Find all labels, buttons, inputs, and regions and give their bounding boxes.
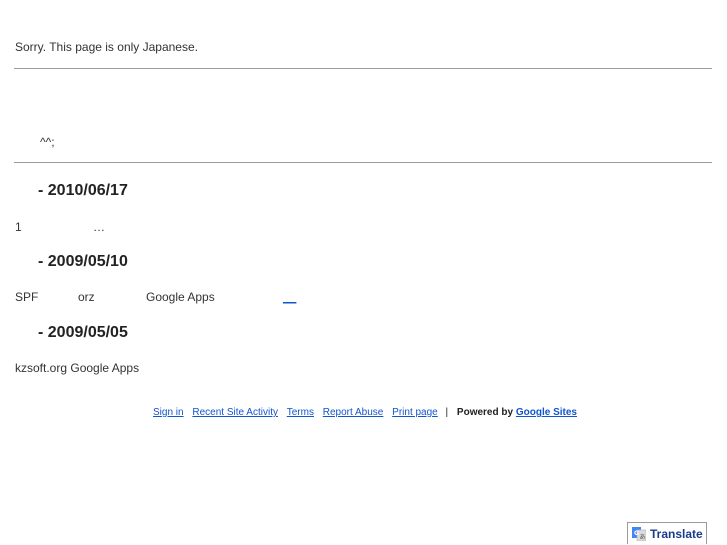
post-title-2009-05-05: - 2009/05/05: [38, 324, 128, 341]
powered-by: Powered by Google Sites: [457, 407, 577, 418]
post-summary-text: SPF: [15, 290, 39, 304]
post-summary-ellipsis: …: [93, 220, 105, 234]
divider-top: [14, 68, 712, 69]
print-page-link[interactable]: Print page: [392, 407, 438, 418]
svg-text:G: G: [634, 530, 639, 537]
sign-in-link[interactable]: Sign in: [153, 407, 184, 418]
post-summary-text: kzsoft.org Google Apps: [15, 361, 140, 375]
translate-label: Translate: [650, 526, 703, 541]
google-sites-link[interactable]: Google Sites: [516, 407, 577, 418]
powered-by-label: Powered by: [456, 407, 514, 418]
translate-button[interactable]: G あ Translate: [627, 522, 707, 544]
footer-separator: |: [445, 407, 449, 418]
post-link[interactable]: __: [283, 290, 296, 304]
post-title-2009-05-10: - 2009/05/10: [38, 253, 128, 270]
terms-link[interactable]: Terms: [287, 407, 314, 418]
post-title-2010-06-17: - 2010/06/17: [38, 182, 128, 199]
post-summary-text: 1: [15, 220, 22, 234]
page: Sorry. This page is only Japanese. ^^; -…: [0, 0, 727, 545]
language-notice: Sorry. This page is only Japanese.: [15, 40, 198, 54]
svg-text:あ: あ: [640, 534, 646, 541]
post-summary-text: Google Apps: [146, 290, 215, 304]
intro-text: ^^;: [40, 135, 55, 149]
site-footer: Sign in Recent Site Activity Terms Repor…: [0, 407, 727, 418]
recent-site-activity-link[interactable]: Recent Site Activity: [192, 407, 278, 418]
divider-middle: [14, 162, 712, 163]
google-translate-icon: G あ: [632, 526, 646, 541]
report-abuse-link[interactable]: Report Abuse: [323, 407, 384, 418]
post-summary-text: orz: [78, 290, 95, 304]
